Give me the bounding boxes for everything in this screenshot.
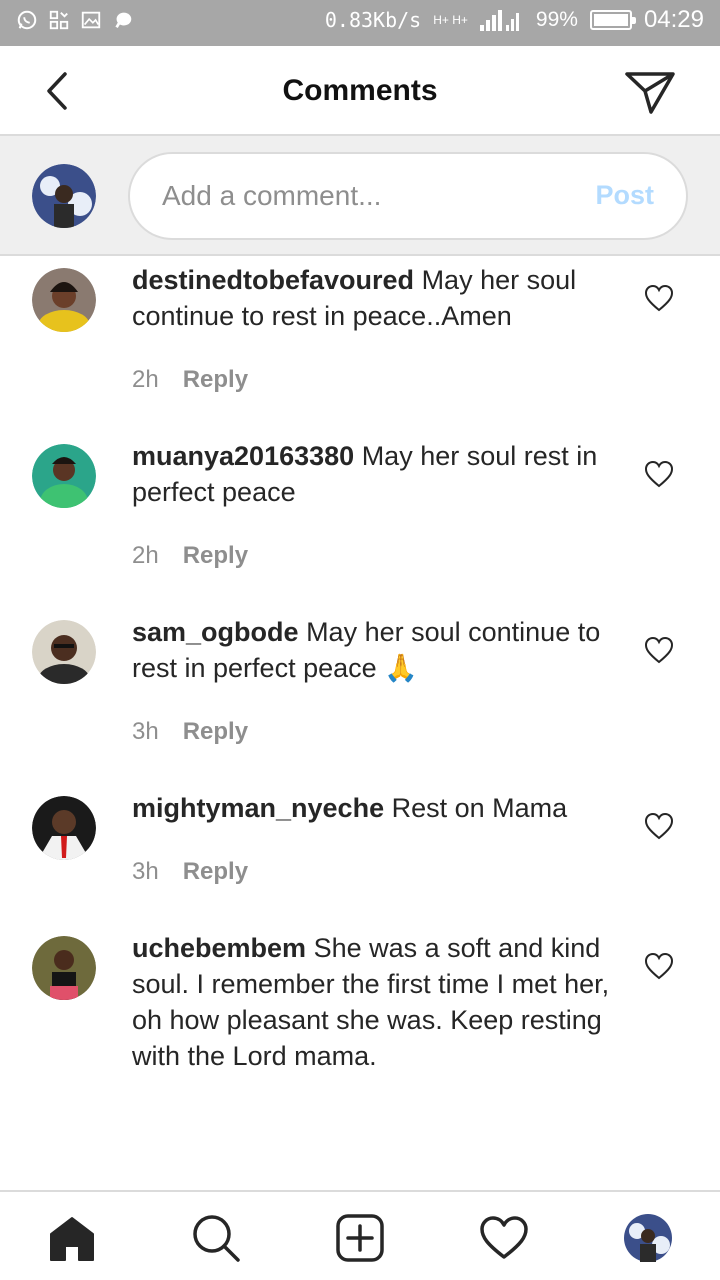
nav-activity[interactable]	[478, 1212, 530, 1264]
notification-icons	[16, 9, 134, 31]
heart-icon[interactable]	[644, 636, 674, 664]
comment-message: Rest on Mama	[391, 793, 568, 823]
commenter-avatar[interactable]	[32, 444, 96, 508]
signal-icon	[479, 10, 519, 31]
home-icon	[50, 1217, 94, 1261]
profile-avatar	[624, 1214, 672, 1262]
comment-text: mightyman_nyeche Rest on Mama	[132, 790, 622, 826]
battery-fill	[593, 14, 628, 26]
comment-time: 3h	[132, 858, 159, 885]
activity-heart-icon	[480, 1216, 528, 1259]
comments-list: destinedtobefavoured May her soul contin…	[0, 258, 720, 1190]
new-post-icon	[336, 1214, 384, 1262]
nav-profile[interactable]	[622, 1212, 674, 1264]
reply-button[interactable]: Reply	[183, 366, 248, 394]
comment-meta: 2h Reply	[132, 366, 248, 394]
comment-text: sam_ogbode May her soul continue to rest…	[132, 614, 622, 686]
battery-percent: 99%	[535, 8, 578, 31]
share-button[interactable]	[620, 66, 680, 118]
comment-username[interactable]: muanya20163380	[132, 441, 354, 471]
comment-input-wrap: Post	[128, 152, 688, 240]
comment-username[interactable]: destinedtobefavoured	[132, 265, 414, 295]
comment-username[interactable]: mightyman_nyeche	[132, 793, 384, 823]
search-icon	[193, 1215, 240, 1262]
comment-item: muanya20163380 May her soul rest in perf…	[0, 438, 720, 588]
network-speed: 0.83Kb/s	[324, 8, 422, 32]
reply-button[interactable]: Reply	[183, 718, 248, 746]
nav-home[interactable]	[46, 1212, 98, 1264]
status-bar: 0.83Kb/s H+ H+ 99% 04:29	[0, 0, 720, 46]
comment-meta: 3h Reply	[132, 858, 248, 886]
bottom-nav	[0, 1190, 720, 1280]
my-avatar[interactable]	[32, 164, 96, 228]
header: Comments	[0, 46, 720, 136]
comment-username[interactable]: uchebembem	[132, 933, 306, 963]
commenter-avatar[interactable]	[32, 796, 96, 860]
comment-text: uchebembem She was a soft and kind soul.…	[132, 930, 622, 1074]
reply-button[interactable]: Reply	[183, 542, 248, 570]
heart-icon[interactable]	[644, 460, 674, 488]
scan-icon	[49, 10, 69, 30]
heart-icon[interactable]	[644, 812, 674, 840]
comment-text: destinedtobefavoured May her soul contin…	[132, 262, 622, 334]
comment-item: sam_ogbode May her soul continue to rest…	[0, 614, 720, 764]
comment-item: mightyman_nyeche Rest on Mama 3h Reply	[0, 790, 720, 910]
page-title: Comments	[282, 74, 438, 107]
comment-text: muanya20163380 May her soul rest in perf…	[132, 438, 622, 510]
comment-item: destinedtobefavoured May her soul contin…	[0, 262, 720, 412]
comment-item: uchebembem She was a soft and kind soul.…	[0, 930, 720, 1090]
comment-time: 2h	[132, 366, 159, 393]
heart-icon[interactable]	[644, 952, 674, 980]
nav-new-post[interactable]	[334, 1212, 386, 1264]
comment-time: 3h	[132, 718, 159, 745]
reply-button[interactable]: Reply	[183, 858, 248, 886]
commenter-avatar[interactable]	[32, 268, 96, 332]
comment-username[interactable]: sam_ogbode	[132, 617, 299, 647]
comment-meta: 3h Reply	[132, 718, 248, 746]
whatsapp-icon	[17, 10, 37, 30]
heart-icon[interactable]	[644, 284, 674, 312]
clock: 04:29	[643, 6, 704, 33]
comment-input[interactable]	[162, 154, 582, 238]
commenter-avatar[interactable]	[32, 936, 96, 1000]
signal-label: H+ H+	[433, 13, 468, 27]
paper-plane-icon	[625, 72, 675, 114]
gallery-icon	[81, 11, 101, 29]
message-icon	[115, 12, 132, 29]
commenter-avatar[interactable]	[32, 620, 96, 684]
system-status: 0.83Kb/s H+ H+ 99% 04:29	[325, 6, 704, 34]
comment-meta: 2h Reply	[132, 542, 248, 570]
battery-icon	[589, 10, 636, 30]
comment-composer: Post	[0, 136, 720, 256]
comment-time: 2h	[132, 542, 159, 569]
post-button[interactable]: Post	[595, 180, 654, 211]
nav-search[interactable]	[190, 1212, 242, 1264]
